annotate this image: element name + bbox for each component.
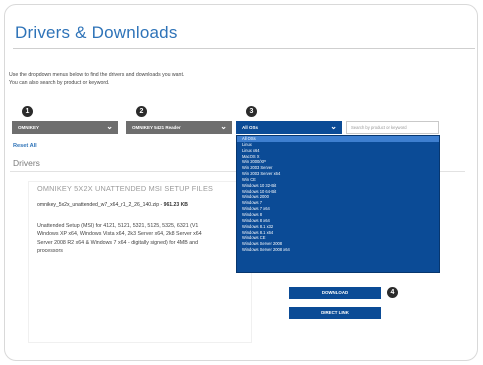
os-dropdown-list[interactable]: All OSs Linux Linux x64 MacOS X Win 2000… (236, 135, 440, 273)
driver-description-line: processors (37, 248, 63, 255)
os-select-value: All OSs (242, 125, 259, 130)
driver-title: OMNIKEY 5X2X UNATTENDED MSI SETUP FILES (37, 184, 214, 193)
direct-link-button[interactable]: DIRECT LINK (289, 307, 381, 319)
drivers-section-heading: Drivers (13, 158, 40, 168)
driver-description-line: Unattended Setup (MSI) for 4121, 5121, 5… (37, 223, 199, 229)
chevron-down-icon: ⌄ (220, 122, 227, 131)
chevron-down-icon: ⌄ (330, 122, 337, 131)
download-button[interactable]: DOWNLOAD (289, 287, 381, 299)
product-select-value: OMNIKEY 5421 Reader (132, 125, 181, 130)
step-1-badge: 1 (22, 106, 33, 117)
step-3-badge: 3 (246, 106, 257, 117)
product-select[interactable]: OMNIKEY 5421 Reader ⌄ (126, 121, 232, 134)
intro-text: Use the dropdown menus below to find the… (9, 71, 184, 87)
intro-line-1: Use the dropdown menus below to find the… (9, 72, 185, 78)
step-2-badge: 2 (136, 106, 147, 117)
intro-line-2: You can also search by product or keywor… (9, 80, 110, 86)
search-input[interactable]: Search by product or keyword (346, 121, 439, 134)
step-4-badge: 4 (387, 287, 398, 298)
chevron-down-icon: ⌄ (106, 122, 113, 131)
driver-filename: omnikey_5x2x_unattended_w7_x64_r1_2_26_1… (37, 202, 188, 208)
driver-description: Unattended Setup (MSI) for 4121, 5121, 5… (37, 222, 242, 256)
os-option[interactable]: Windows Server 2008 x64 (237, 247, 439, 253)
os-select[interactable]: All OSs ⌄ (236, 121, 342, 134)
reset-all-link[interactable]: Reset All (13, 143, 37, 149)
driver-description-line: Windows XP x64, Windows Vista x64, 2k3 S… (37, 231, 202, 238)
title-divider (13, 48, 475, 49)
driver-description-line: Server 2008 R2 x64 & Windows 7 x64 - dig… (37, 239, 199, 246)
family-select-value: OMNIKEY (18, 125, 40, 130)
family-select[interactable]: OMNIKEY ⌄ (12, 121, 118, 134)
page-title: Drivers & Downloads (15, 23, 178, 42)
driver-filename-text[interactable]: omnikey_5x2x_unattended_w7_x64_r1_2_26_1… (37, 202, 162, 208)
driver-file-size: 961.23 KB (163, 202, 188, 208)
